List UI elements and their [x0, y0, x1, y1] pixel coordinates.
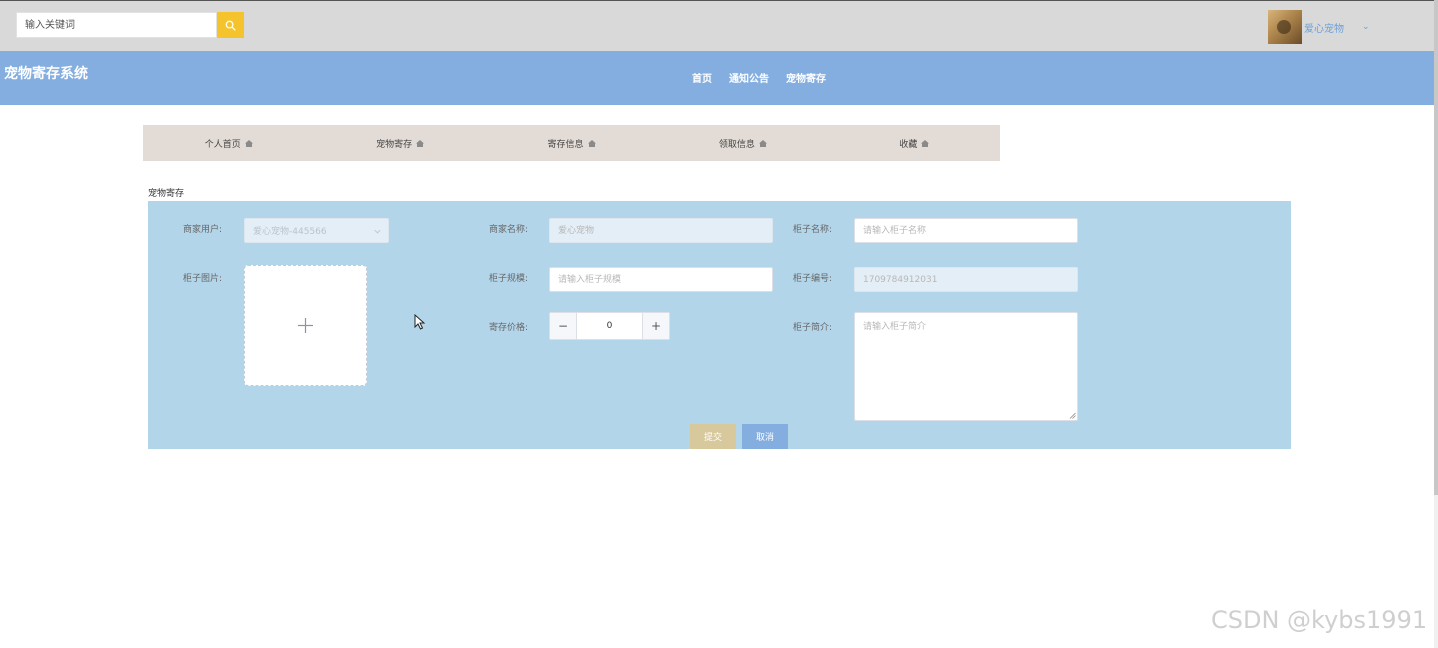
cancel-button[interactable]: 取消 — [742, 424, 788, 449]
nav-link-notices[interactable]: 通知公告 — [729, 70, 769, 85]
merchant-name-field — [549, 218, 773, 243]
chevron-down-icon — [374, 229, 381, 234]
cabinet-image-uploader[interactable] — [244, 265, 367, 386]
mouse-cursor-icon — [414, 314, 425, 330]
price-value[interactable]: 0 — [577, 313, 642, 339]
menu-tab-pet-storage[interactable]: 宠物寄存 — [314, 125, 485, 161]
nav-banner: 宠物寄存系统 首页 通知公告 宠物寄存 — [0, 51, 1438, 105]
user-menu[interactable]: 爱心宠物 ⌄ — [1268, 10, 1370, 44]
menu-tab-label: 领取信息 — [718, 139, 755, 150]
cabinet-name-input[interactable] — [854, 218, 1078, 243]
pet-storage-form: 商家用户: 爱心宠物-445566 商家名称: 柜子名称: 柜子图片: 柜子规模… — [148, 201, 1291, 449]
merchant-user-value: 爱心宠物-445566 — [253, 227, 327, 237]
merchant-user-label: 商家用户: — [182, 225, 222, 235]
price-stepper[interactable]: − 0 + — [549, 312, 670, 340]
cabinet-name-label: 柜子名称: — [792, 225, 832, 235]
cabinet-intro-label: 柜子简介: — [792, 323, 832, 333]
resize-grip-icon[interactable] — [1069, 412, 1076, 419]
cabinet-image-label: 柜子图片: — [182, 274, 222, 284]
menu-tab-favorites[interactable]: 收藏 — [829, 125, 1000, 161]
cabinet-intro-textarea[interactable] — [854, 312, 1078, 421]
nav-link-pet-storage[interactable]: 宠物寄存 — [786, 70, 826, 85]
nav-link-home[interactable]: 首页 — [692, 70, 712, 85]
merchant-name-label: 商家名称: — [488, 225, 528, 235]
decrement-button[interactable]: − — [550, 313, 577, 339]
menu-tab-label: 收藏 — [899, 139, 918, 150]
main-nav: 首页 通知公告 宠物寄存 — [692, 70, 826, 85]
plus-icon — [298, 318, 313, 333]
menu-tab-label: 个人首页 — [204, 139, 241, 150]
top-bar: 爱心宠物 ⌄ — [0, 0, 1438, 51]
home-icon — [921, 139, 930, 147]
cabinet-number-label: 柜子编号: — [792, 274, 832, 284]
cabinet-spec-input[interactable] — [549, 267, 773, 292]
menu-tab-personal-home[interactable]: 个人首页 — [143, 125, 314, 161]
watermark: CSDN @kybs1991 — [1211, 606, 1428, 634]
cabinet-number-field — [854, 267, 1078, 292]
site-title: 宠物寄存系统 — [4, 66, 88, 82]
submit-button[interactable]: 提交 — [690, 424, 736, 449]
chevron-down-icon[interactable]: ⌄ — [1362, 22, 1370, 32]
scrollbar-thumb[interactable] — [1434, 0, 1438, 495]
search-button[interactable] — [217, 12, 244, 38]
menu-tab-label: 宠物寄存 — [376, 139, 413, 150]
menu-tab-storage-info[interactable]: 寄存信息 — [486, 125, 657, 161]
search-icon — [225, 20, 236, 31]
increment-button[interactable]: + — [642, 313, 669, 339]
merchant-user-select: 爱心宠物-445566 — [244, 218, 389, 243]
section-title: 宠物寄存 — [148, 189, 185, 199]
home-icon — [244, 139, 253, 147]
user-center-menu: 个人首页 宠物寄存 寄存信息 领取信息 收藏 — [143, 125, 1000, 161]
avatar[interactable] — [1268, 10, 1302, 44]
username[interactable]: 爱心宠物 — [1304, 20, 1344, 35]
search-input[interactable] — [16, 12, 217, 38]
menu-tab-pickup-info[interactable]: 领取信息 — [657, 125, 828, 161]
menu-tab-label: 寄存信息 — [547, 139, 584, 150]
home-icon — [758, 139, 767, 147]
price-label: 寄存价格: — [488, 323, 528, 333]
search-bar — [16, 12, 244, 38]
cabinet-spec-label: 柜子规模: — [488, 274, 528, 284]
home-icon — [416, 139, 425, 147]
page-scrollbar[interactable] — [1434, 0, 1438, 648]
home-icon — [587, 139, 596, 147]
